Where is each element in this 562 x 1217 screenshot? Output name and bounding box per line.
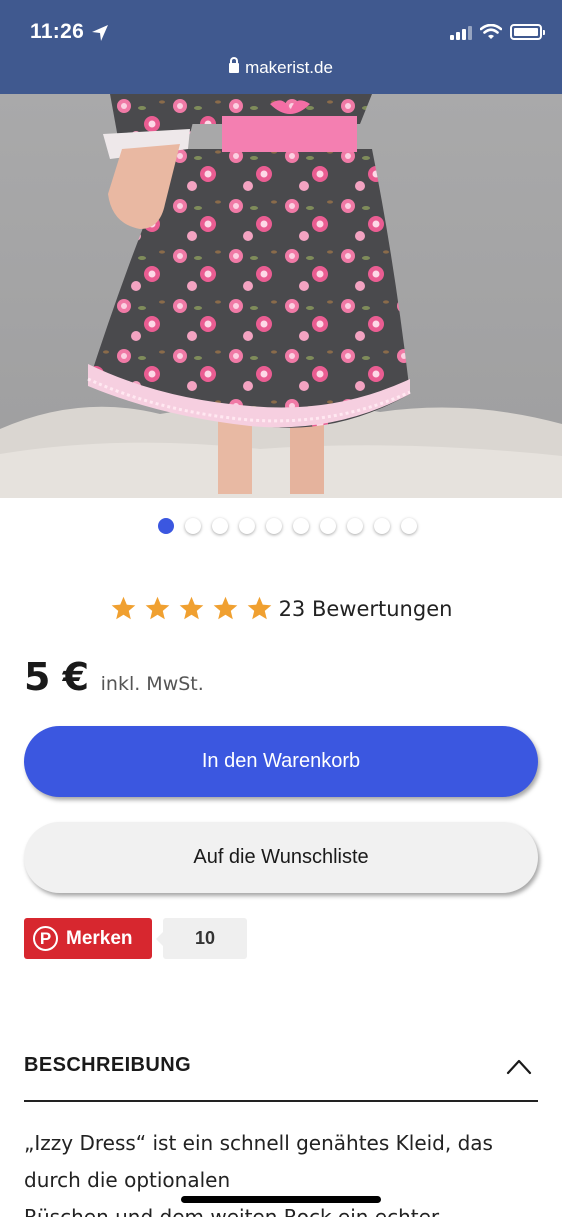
reviews-count-link[interactable]: 23 Bewertungen: [279, 597, 453, 621]
location-arrow-icon: [92, 25, 108, 41]
pinterest-save-count: 10: [156, 918, 247, 959]
carousel-dot[interactable]: [265, 518, 282, 534]
carousel-dot[interactable]: [238, 518, 255, 534]
add-to-cart-button[interactable]: In den Warenkorb: [24, 726, 538, 797]
star-icon: [145, 596, 169, 620]
carousel-pagination[interactable]: [0, 518, 562, 534]
description-line: „Izzy Dress“ ist ein schnell genähtes Kl…: [24, 1131, 493, 1155]
product-rating[interactable]: 23 Bewertungen: [0, 595, 562, 622]
chevron-up-icon[interactable]: [506, 1058, 532, 1076]
carousel-dot[interactable]: [292, 518, 309, 534]
pinterest-save-button[interactable]: P Merken: [24, 918, 152, 959]
product-photo: [0, 94, 562, 498]
status-indicators: [450, 24, 545, 40]
carousel-dot[interactable]: [319, 518, 336, 534]
url-text: makerist.de: [245, 58, 333, 77]
carousel-dot[interactable]: [211, 518, 228, 534]
carousel-dot[interactable]: [184, 518, 201, 534]
star-icon: [111, 596, 135, 620]
pinterest-save-label: Merken: [66, 927, 133, 949]
carousel-dot[interactable]: [400, 518, 417, 534]
wifi-icon: [480, 24, 502, 39]
carousel-dot[interactable]: [373, 518, 390, 534]
description-title: BESCHREIBUNG: [24, 1054, 192, 1076]
carousel-dot[interactable]: [157, 518, 174, 534]
status-time: 11:26: [30, 20, 85, 43]
home-indicator[interactable]: [181, 1196, 381, 1203]
product-image[interactable]: [0, 94, 562, 498]
star-icon: [179, 596, 203, 620]
star-rating: [110, 595, 273, 622]
carousel-dot[interactable]: [346, 518, 363, 534]
add-to-wishlist-button[interactable]: Auf die Wunschliste: [24, 822, 538, 893]
price-tax-note: inkl. MwSt.: [100, 673, 204, 695]
url-bar[interactable]: makerist.de: [0, 57, 562, 78]
description-line: durch die optionalen: [24, 1168, 231, 1192]
description-text: „Izzy Dress“ ist ein schnell genähtes Kl…: [24, 1125, 538, 1217]
star-icon: [213, 596, 237, 620]
browser-top-bar: 11:26 makerist.de: [0, 0, 562, 94]
pinterest-icon: P: [33, 926, 58, 951]
star-icon: [247, 596, 271, 620]
description-accordion-header[interactable]: BESCHREIBUNG: [24, 1052, 538, 1102]
lock-icon: [229, 57, 240, 73]
cellular-signal-icon: [450, 24, 472, 40]
price-block: 5 € inkl. MwSt.: [24, 655, 204, 699]
price-value: 5 €: [24, 655, 89, 699]
battery-icon: [510, 24, 545, 40]
